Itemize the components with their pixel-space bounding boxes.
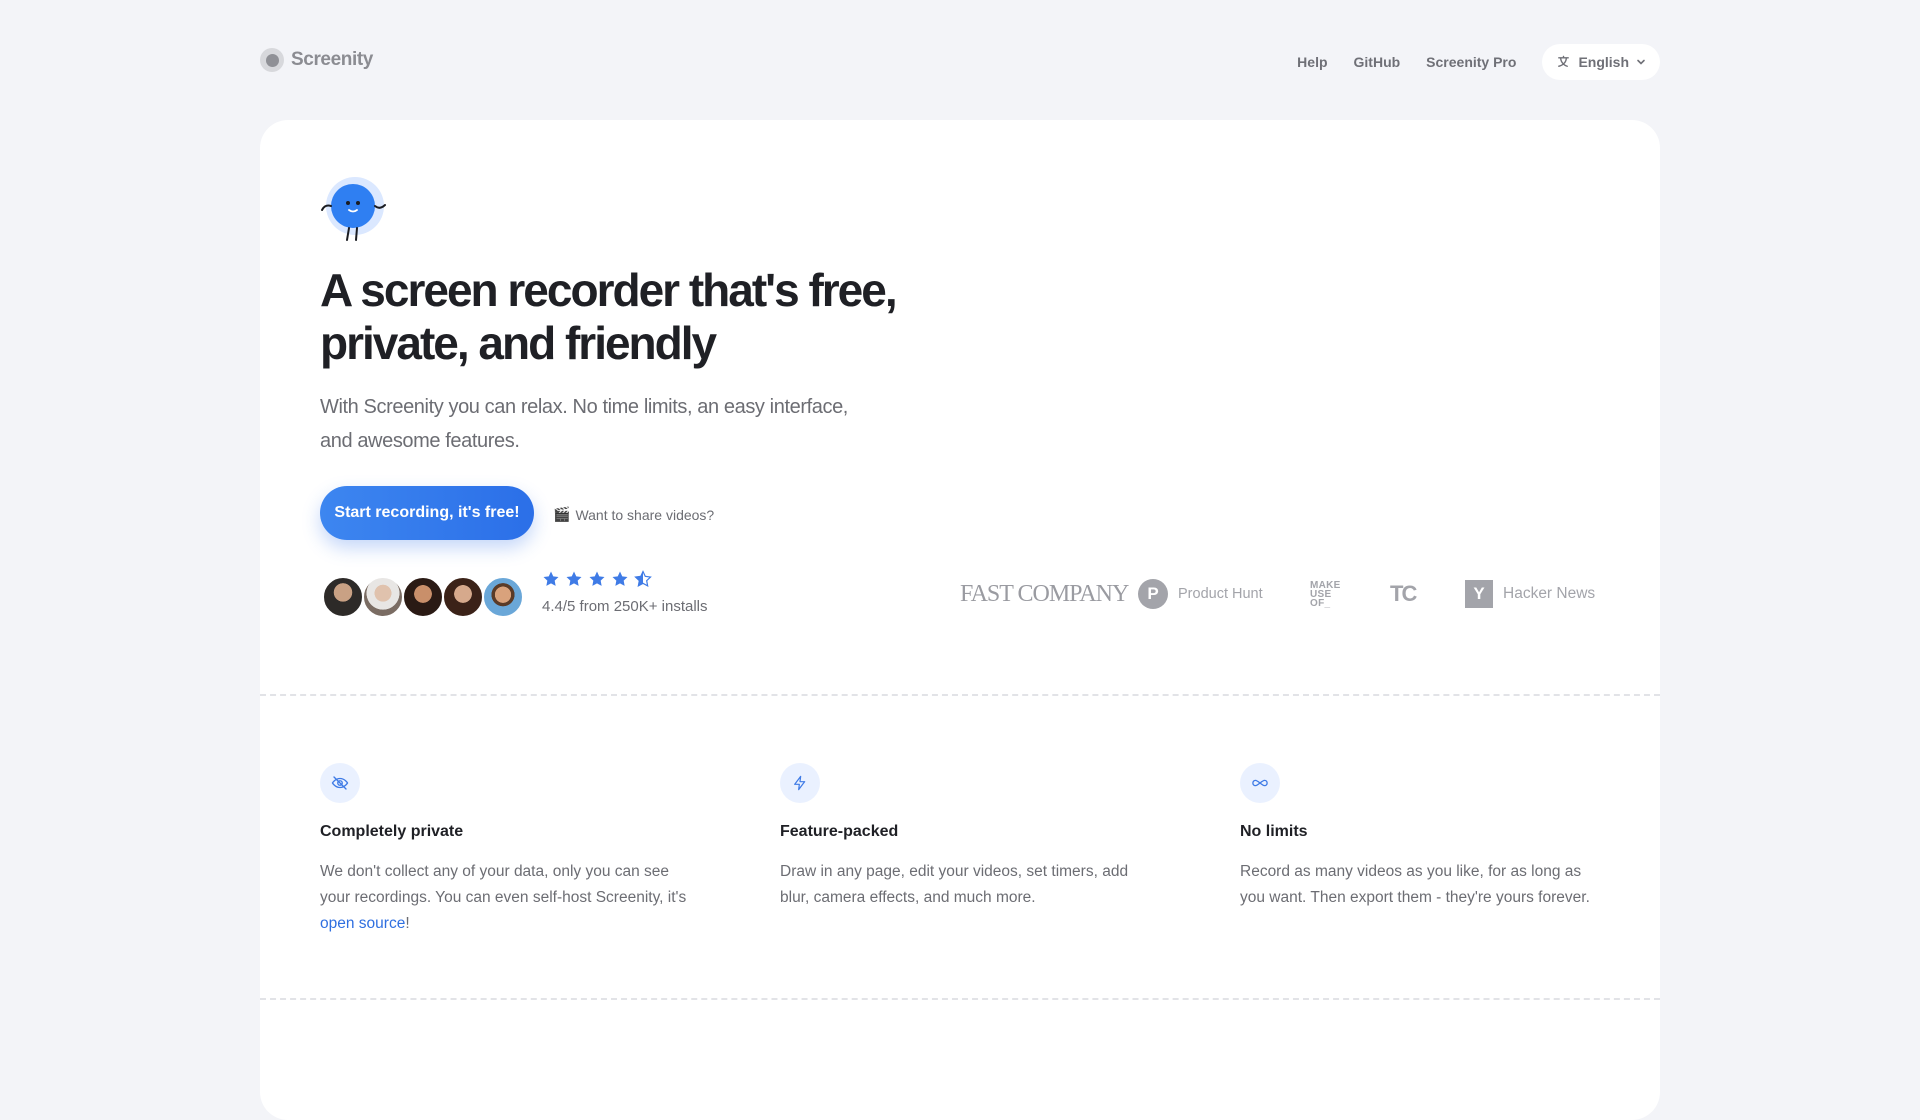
feature-title: No limits: [1240, 823, 1308, 840]
avatar: [402, 576, 444, 618]
logo-icon: [260, 48, 284, 72]
section-divider: [260, 694, 1660, 696]
lightning-icon: [780, 763, 820, 803]
avatar: [482, 576, 524, 618]
translate-icon: [1558, 55, 1570, 67]
avatar: [362, 576, 404, 618]
open-source-link[interactable]: open source: [320, 915, 405, 932]
product-hunt-icon: P: [1138, 579, 1168, 609]
hacker-news-icon: Y: [1465, 580, 1493, 608]
nav-link-screenity-pro[interactable]: Screenity Pro: [1426, 54, 1516, 70]
half-star-icon: [634, 570, 652, 588]
language-label: English: [1578, 54, 1629, 70]
rating-text: 4.4/5 from 250K+ installs: [542, 598, 708, 615]
make-use-of-logo: MAKE USE OF_: [1310, 579, 1341, 609]
star-icon: [566, 571, 582, 586]
feature-title: Completely private: [320, 823, 464, 840]
feature-description: We don't collect any of your data, only …: [320, 863, 687, 932]
share-videos-link[interactable]: 🎬 Want to share videos?: [553, 506, 714, 523]
hero-title: A screen recorder that's free, private, …: [320, 264, 898, 369]
top-nav: Screenity Help GitHub Screenity Pro Engl…: [260, 44, 1660, 80]
feature-title: Feature-packed: [780, 823, 899, 840]
user-avatars: [322, 576, 524, 618]
product-hunt-logo: P Product Hunt: [1138, 572, 1263, 616]
brand-name: Screenity: [291, 49, 373, 70]
hero-card: A screen recorder that's free, private, …: [260, 120, 1660, 1120]
eye-off-icon: [320, 763, 360, 803]
feature-no-limits: No limits Record as many videos as you l…: [1240, 763, 1610, 911]
share-videos-label: Want to share videos?: [575, 506, 715, 523]
star-icon: [589, 571, 605, 586]
star-icon: [543, 571, 559, 586]
feature-description: Record as many videos as you like, for a…: [1240, 863, 1590, 906]
start-recording-button[interactable]: Start recording, it's free!: [320, 486, 534, 540]
nav-links: Help GitHub Screenity Pro English: [1271, 44, 1660, 80]
feature-private: Completely private We don't collect any …: [320, 763, 690, 937]
feature-description: Draw in any page, edit your videos, set …: [780, 863, 1129, 906]
nav-link-help[interactable]: Help: [1297, 54, 1327, 70]
hero-subtitle: With Screenity you can relax. No time li…: [320, 396, 848, 452]
language-selector[interactable]: English: [1542, 44, 1660, 80]
hacker-news-logo: Y Hacker News: [1465, 572, 1595, 616]
avatar: [322, 576, 364, 618]
techcrunch-logo: TC: [1390, 581, 1417, 606]
section-divider: [260, 998, 1660, 1000]
feature-packed: Feature-packed Draw in any page, edit yo…: [780, 763, 1150, 911]
press-logos: FAST COMPANY P Product Hunt MAKE USE OF_…: [960, 572, 1600, 616]
infinity-icon: [1240, 763, 1280, 803]
star-icon: [612, 571, 628, 586]
mascot-icon: [321, 177, 386, 241]
chevron-down-icon: [1637, 59, 1645, 65]
avatar: [442, 576, 484, 618]
clapperboard-icon: 🎬: [553, 506, 571, 522]
star-rating: [542, 570, 652, 588]
fast-company-logo: FAST COMPANY: [960, 580, 1129, 607]
nav-link-github[interactable]: GitHub: [1354, 54, 1401, 70]
brand-logo[interactable]: Screenity: [260, 48, 373, 72]
